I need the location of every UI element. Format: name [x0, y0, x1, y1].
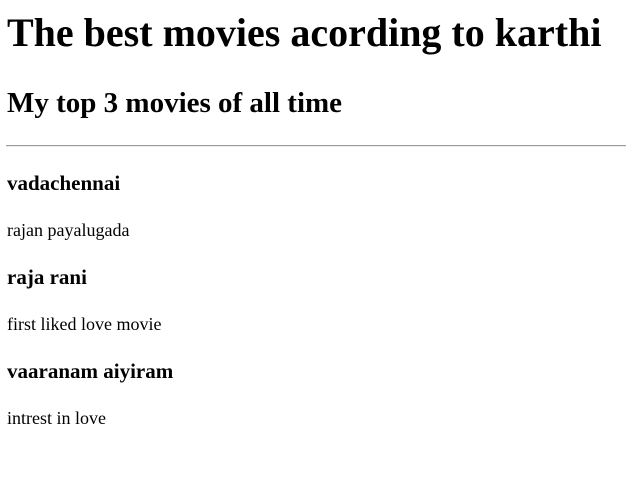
movie-list: vadachennai rajan payalugada raja rani f… — [7, 171, 626, 429]
movie-description: rajan payalugada — [7, 220, 130, 240]
movie-item: vaaranam aiyiram intrest in love — [7, 359, 626, 429]
movie-title: vadachennai — [7, 171, 121, 195]
movie-description: intrest in love — [7, 408, 106, 428]
page-title: The best movies acording to karthi — [7, 10, 602, 55]
movie-item: vadachennai rajan payalugada — [7, 171, 626, 241]
movie-title: raja rani — [7, 265, 87, 289]
page-subtitle: My top 3 movies of all time — [7, 87, 343, 119]
divider — [6, 145, 626, 147]
movie-description: first liked love movie — [7, 314, 162, 334]
page: The best movies acording to karthi My to… — [0, 0, 626, 492]
movie-title: vaaranam aiyiram — [7, 359, 174, 383]
movie-item: raja rani first liked love movie — [7, 265, 626, 335]
